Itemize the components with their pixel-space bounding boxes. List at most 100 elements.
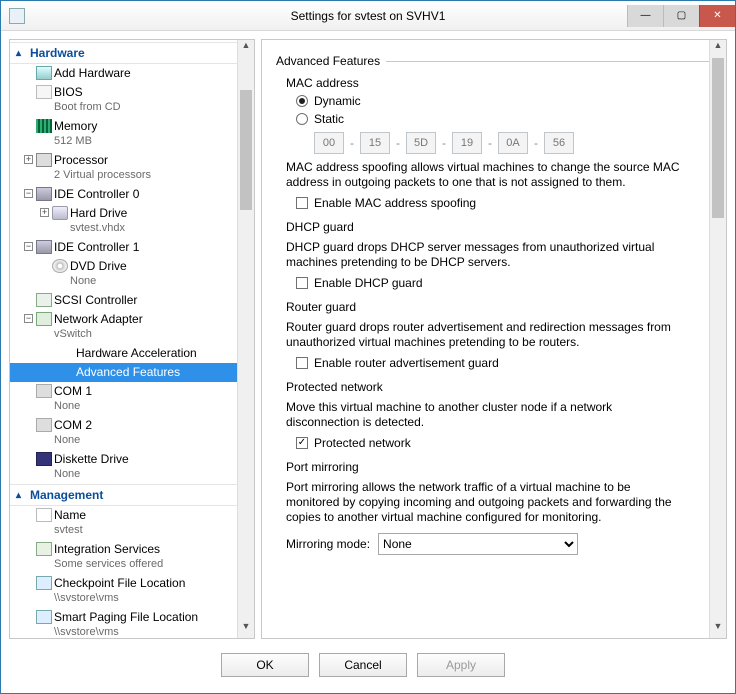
mac-octet-5[interactable]: 56 (544, 132, 574, 154)
mac-octets: 00- 15- 5D- 19- 0A- 56 (314, 132, 710, 154)
protected-network-group: Protected network Move this virtual mach… (286, 380, 710, 450)
checkbox-icon (296, 357, 308, 369)
nav-ide0[interactable]: −IDE Controller 0 (10, 185, 254, 204)
nav-com2[interactable]: COM 2None (10, 416, 254, 450)
nav-hw-accel[interactable]: Hardware Acceleration (10, 344, 254, 363)
nav-com1[interactable]: COM 1None (10, 382, 254, 416)
dhcp-desc: DHCP guard drops DHCP server messages fr… (286, 240, 686, 270)
nav-integration[interactable]: Integration ServicesSome services offere… (10, 540, 254, 574)
mirror-mode-label: Mirroring mode: (286, 537, 370, 551)
nav-ide1[interactable]: −IDE Controller 1 (10, 238, 254, 257)
radio-icon (296, 113, 308, 125)
content-area: ▴Hardware Add Hardware BIOSBoot from CD … (1, 31, 735, 647)
serial-port-icon (36, 384, 52, 398)
divider (386, 61, 716, 62)
window-title: Settings for svtest on SVHV1 (1, 9, 735, 23)
maximize-button[interactable]: ▢ (663, 5, 699, 27)
caret-up-icon: ▴ (16, 490, 21, 501)
mac-octet-0[interactable]: 00 (314, 132, 344, 154)
scroll-down-icon[interactable]: ▼ (710, 621, 726, 638)
dhcp-checkbox[interactable]: Enable DHCP guard (296, 276, 710, 290)
dialog-footer: OK Cancel Apply (1, 647, 735, 693)
close-button[interactable]: ✕ (699, 5, 735, 27)
hardware-icon (36, 66, 52, 80)
integration-icon (36, 542, 52, 556)
settings-window: Settings for svtest on SVHV1 — ▢ ✕ ▴Hard… (0, 0, 736, 694)
router-title: Router guard (286, 300, 710, 314)
nav-advanced-features[interactable]: Advanced Features (10, 363, 254, 382)
router-checkbox[interactable]: Enable router advertisement guard (296, 356, 710, 370)
dvd-icon (52, 259, 68, 273)
protected-desc: Move this virtual machine to another clu… (286, 400, 686, 430)
serial-port-icon (36, 418, 52, 432)
mac-dynamic-radio[interactable]: Dynamic (296, 94, 710, 108)
memory-icon (36, 119, 52, 133)
mac-address-group: MAC address Dynamic Static 00- 15- 5D- 1… (286, 76, 710, 210)
scroll-thumb[interactable] (240, 90, 252, 210)
mac-spoof-checkbox[interactable]: Enable MAC address spoofing (296, 196, 710, 210)
network-icon (36, 312, 52, 326)
radio-icon (296, 95, 308, 107)
name-icon (36, 508, 52, 522)
dhcp-title: DHCP guard (286, 220, 710, 234)
nav-diskette[interactable]: Diskette DriveNone (10, 450, 254, 484)
scroll-down-icon[interactable]: ▼ (238, 621, 254, 638)
checkpoint-icon (36, 576, 52, 590)
scsi-icon (36, 293, 52, 307)
nav-bios[interactable]: BIOSBoot from CD (10, 83, 254, 117)
caret-up-icon: ▴ (16, 48, 21, 59)
mirror-mode-select[interactable]: None (378, 533, 578, 555)
nav-network-adapter[interactable]: −Network AdaptervSwitch (10, 310, 254, 344)
nav-scsi[interactable]: SCSI Controller (10, 291, 254, 310)
collapse-icon[interactable]: − (24, 189, 33, 198)
mac-title: MAC address (286, 76, 710, 90)
smart-paging-icon (36, 610, 52, 624)
detail-panel: Advanced Features MAC address Dynamic St… (261, 39, 727, 639)
scroll-up-icon[interactable]: ▲ (238, 40, 254, 57)
nav-processor[interactable]: +Processor2 Virtual processors (10, 151, 254, 185)
section-hardware[interactable]: ▴Hardware (10, 42, 254, 64)
mirror-title: Port mirroring (286, 460, 710, 474)
nav-name[interactable]: Namesvtest (10, 506, 254, 540)
collapse-icon[interactable]: − (24, 242, 33, 251)
protected-title: Protected network (286, 380, 710, 394)
panel-title: Advanced Features (276, 54, 380, 68)
apply-button[interactable]: Apply (417, 653, 505, 677)
protected-checkbox[interactable]: Protected network (296, 436, 710, 450)
nav-dvd-drive[interactable]: DVD DriveNone (10, 257, 254, 291)
scroll-thumb[interactable] (712, 58, 724, 218)
mac-spoof-desc: MAC address spoofing allows virtual mach… (286, 160, 686, 190)
port-mirroring-group: Port mirroring Port mirroring allows the… (286, 460, 710, 555)
cancel-button[interactable]: Cancel (319, 653, 407, 677)
collapse-icon[interactable]: − (24, 314, 33, 323)
scroll-up-icon[interactable]: ▲ (710, 40, 726, 57)
bios-icon (36, 85, 52, 99)
mac-octet-3[interactable]: 19 (452, 132, 482, 154)
minimize-button[interactable]: — (627, 5, 663, 27)
checkbox-icon (296, 277, 308, 289)
diskette-icon (36, 452, 52, 466)
checkbox-icon (296, 437, 308, 449)
nav-tree-panel: ▴Hardware Add Hardware BIOSBoot from CD … (9, 39, 255, 639)
processor-icon (36, 153, 52, 167)
nav-add-hardware[interactable]: Add Hardware (10, 64, 254, 83)
mac-octet-4[interactable]: 0A (498, 132, 528, 154)
nav-memory[interactable]: Memory512 MB (10, 117, 254, 151)
nav-hard-drive[interactable]: +Hard Drivesvtest.vhdx (10, 204, 254, 238)
mac-static-radio[interactable]: Static (296, 112, 710, 126)
nav-smart-paging[interactable]: Smart Paging File Location\\svstore\vms (10, 608, 254, 638)
mac-octet-2[interactable]: 5D (406, 132, 436, 154)
mac-octet-1[interactable]: 15 (360, 132, 390, 154)
expand-icon[interactable]: + (24, 155, 33, 164)
expand-icon[interactable]: + (40, 208, 49, 217)
section-management[interactable]: ▴Management (10, 484, 254, 506)
hard-drive-icon (52, 206, 68, 220)
titlebar: Settings for svtest on SVHV1 — ▢ ✕ (1, 1, 735, 31)
ok-button[interactable]: OK (221, 653, 309, 677)
router-desc: Router guard drops router advertisement … (286, 320, 686, 350)
nav-checkpoint[interactable]: Checkpoint File Location\\svstore\vms (10, 574, 254, 608)
ide-icon (36, 240, 52, 254)
mirror-desc: Port mirroring allows the network traffi… (286, 480, 686, 525)
detail-scrollbar[interactable]: ▲ ▼ (709, 40, 726, 638)
nav-scrollbar[interactable]: ▲ ▼ (237, 40, 254, 638)
